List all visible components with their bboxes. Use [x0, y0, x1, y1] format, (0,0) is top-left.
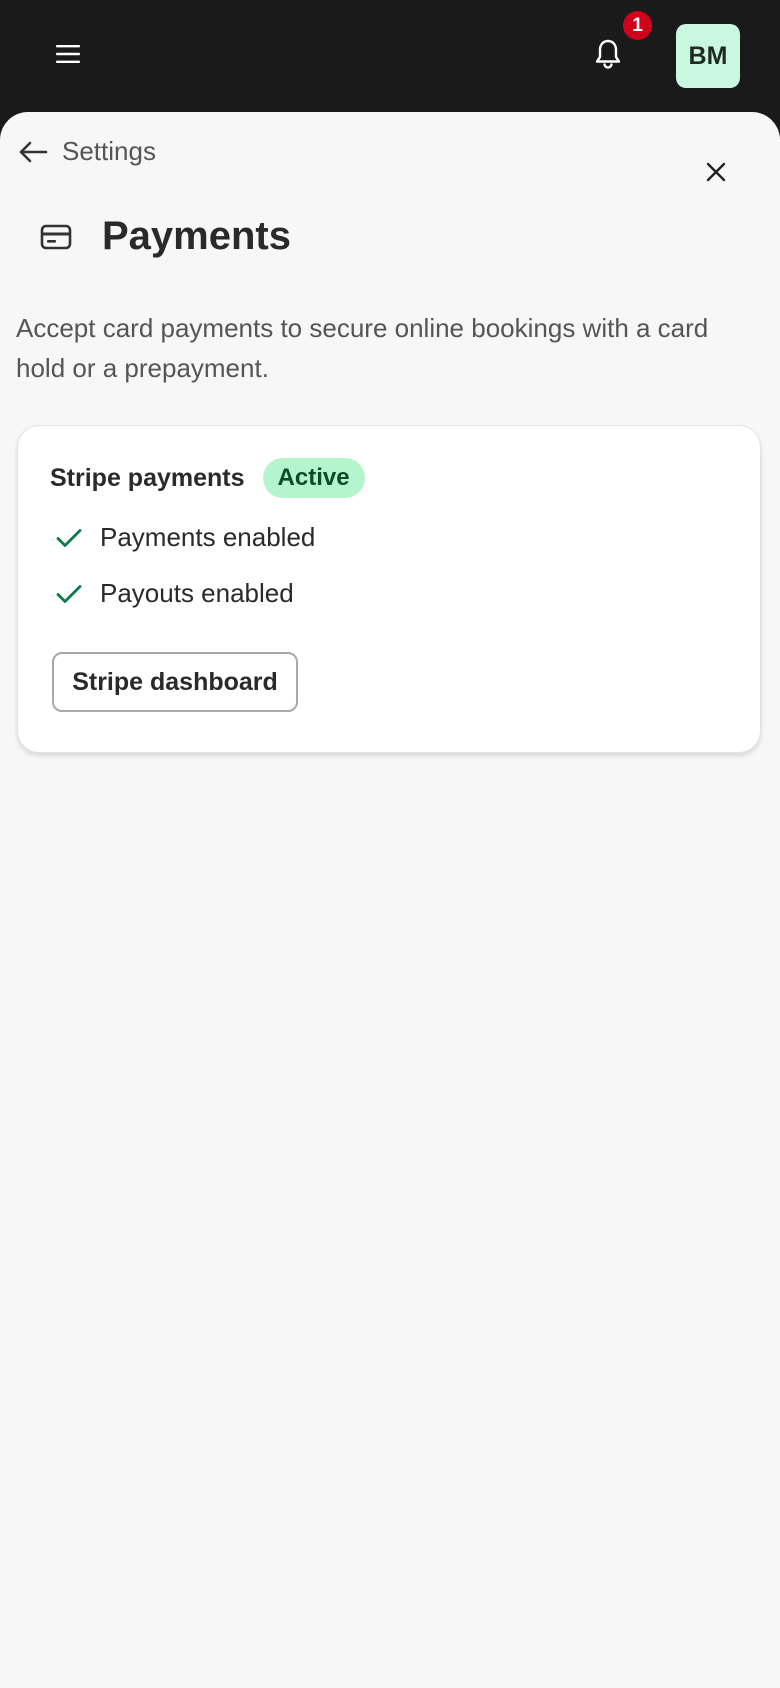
- card-title: Stripe payments: [50, 463, 245, 492]
- menu-button[interactable]: [44, 30, 92, 78]
- check-label: Payments enabled: [100, 522, 316, 552]
- back-link-label: Settings: [62, 136, 156, 166]
- page-header: Payments: [40, 214, 291, 259]
- page-title: Payments: [102, 214, 291, 258]
- notification-count-badge: 1: [623, 11, 652, 40]
- notifications-button[interactable]: [584, 30, 632, 78]
- back-to-settings-link[interactable]: Settings: [18, 136, 156, 167]
- app-bar: 1 BM: [0, 0, 780, 112]
- arrow-left-icon: [19, 141, 48, 162]
- stripe-payments-card: Stripe payments Active Payments enabled …: [17, 425, 761, 753]
- list-item-payments-enabled: Payments enabled: [56, 522, 315, 553]
- close-button[interactable]: [692, 148, 740, 196]
- check-label: Payouts enabled: [100, 578, 294, 608]
- credit-card-icon: [40, 224, 72, 249]
- card-header: Stripe payments Active: [50, 458, 365, 498]
- stripe-dashboard-button[interactable]: Stripe dashboard: [52, 652, 298, 712]
- close-icon: [706, 162, 726, 182]
- bell-icon: [595, 39, 621, 69]
- check-icon: [56, 528, 82, 547]
- list-item-payouts-enabled: Payouts enabled: [56, 578, 294, 609]
- page-description: Accept card payments to secure online bo…: [16, 313, 709, 383]
- settings-sheet: Settings Payments Accept card payments t…: [0, 112, 780, 1688]
- check-icon: [56, 584, 82, 603]
- user-avatar[interactable]: BM: [676, 24, 740, 88]
- status-badge: Active: [262, 458, 365, 498]
- hamburger-menu-icon: [56, 45, 80, 63]
